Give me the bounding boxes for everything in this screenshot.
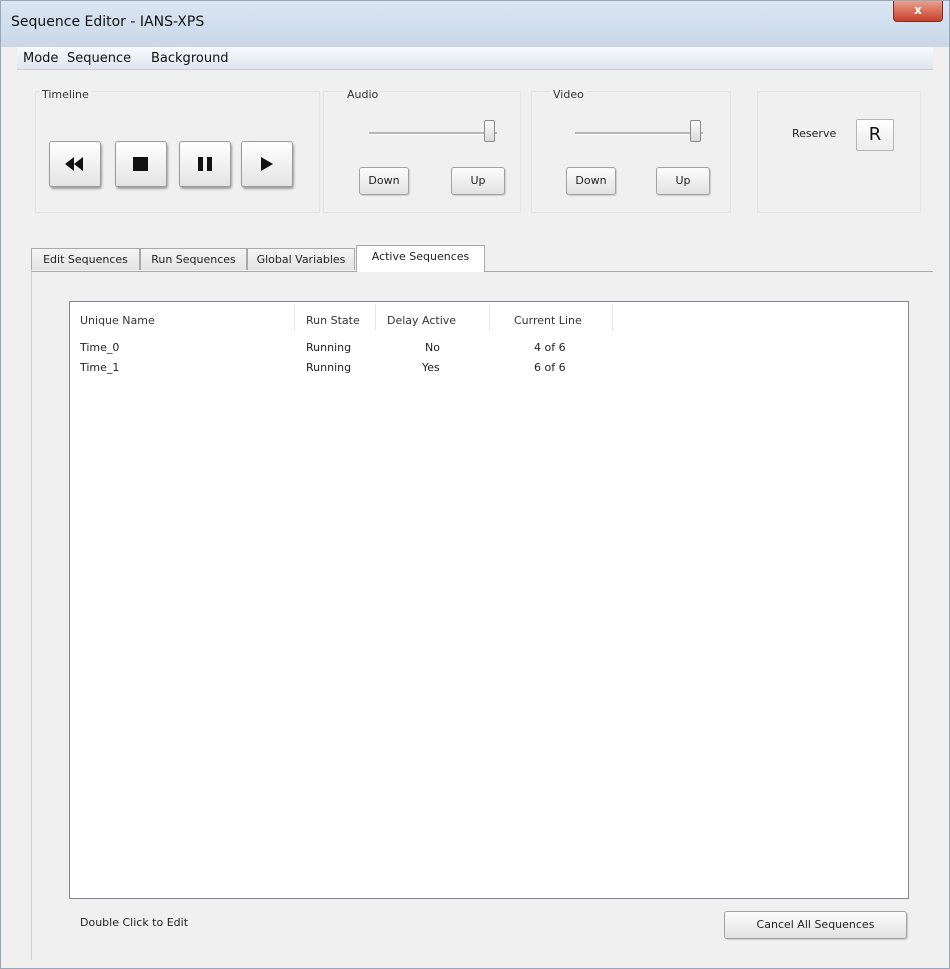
menu-background[interactable]: Background bbox=[151, 51, 229, 66]
video-slider-track[interactable] bbox=[575, 132, 703, 135]
pause-icon bbox=[198, 157, 212, 171]
menu-sequence[interactable]: Sequence bbox=[67, 51, 131, 66]
rewind-button[interactable] bbox=[49, 141, 101, 187]
audio-label: Audio bbox=[344, 88, 382, 101]
cell-unique-name: Time_1 bbox=[80, 361, 120, 374]
audio-slider-track[interactable] bbox=[369, 132, 497, 135]
column-divider[interactable] bbox=[294, 304, 295, 330]
video-down-button[interactable]: Down bbox=[566, 167, 616, 195]
close-button[interactable]: x bbox=[893, 1, 943, 22]
play-icon bbox=[261, 157, 273, 171]
audio-up-button[interactable]: Up bbox=[451, 167, 505, 195]
cell-unique-name: Time_0 bbox=[80, 341, 120, 354]
column-header-run-state[interactable]: Run State bbox=[306, 314, 360, 327]
tab-active-sequences[interactable]: Active Sequences bbox=[356, 245, 485, 272]
cancel-all-sequences-button[interactable]: Cancel All Sequences bbox=[724, 911, 907, 939]
reserve-label: Reserve bbox=[792, 127, 837, 140]
sequence-editor-window: Sequence Editor - IANS-XPS x Mode Sequen… bbox=[0, 0, 950, 969]
cell-run-state: Running bbox=[306, 341, 352, 354]
cell-delay-active: Yes bbox=[422, 361, 440, 374]
video-up-button[interactable]: Up bbox=[656, 167, 710, 195]
stop-icon bbox=[133, 157, 148, 171]
audio-down-button[interactable]: Down bbox=[359, 167, 409, 195]
double-click-hint: Double Click to Edit bbox=[80, 916, 189, 929]
audio-slider-thumb[interactable] bbox=[484, 120, 495, 142]
video-label: Video bbox=[550, 88, 587, 101]
cell-current-line: 6 of 6 bbox=[534, 361, 566, 374]
tab-global-variables[interactable]: Global Variables bbox=[247, 248, 355, 270]
cell-run-state: Running bbox=[306, 361, 352, 374]
video-slider-thumb[interactable] bbox=[690, 120, 701, 142]
menu-bar: Mode Sequence Background bbox=[17, 47, 933, 70]
window-title: Sequence Editor - IANS-XPS bbox=[11, 14, 205, 30]
cell-delay-active: No bbox=[425, 341, 440, 354]
cell-current-line: 4 of 6 bbox=[534, 341, 566, 354]
tab-edit-sequences[interactable]: Edit Sequences bbox=[31, 248, 140, 270]
tab-run-sequences[interactable]: Run Sequences bbox=[140, 248, 247, 270]
column-header-current-line[interactable]: Current Line bbox=[514, 314, 582, 327]
active-sequences-list[interactable]: Unique Name Run State Delay Active Curre… bbox=[69, 301, 909, 899]
title-bar[interactable]: Sequence Editor - IANS-XPS x bbox=[1, 1, 949, 47]
column-header-unique-name[interactable]: Unique Name bbox=[80, 314, 155, 327]
reserve-button[interactable]: R bbox=[856, 119, 894, 151]
pause-button[interactable] bbox=[179, 141, 231, 187]
timeline-label: Timeline bbox=[39, 88, 92, 101]
column-divider[interactable] bbox=[375, 304, 376, 330]
column-header-delay-active[interactable]: Delay Active bbox=[387, 314, 456, 327]
reserve-group bbox=[757, 91, 921, 213]
column-divider[interactable] bbox=[489, 304, 490, 330]
rewind-icon bbox=[65, 157, 83, 171]
list-header: Unique Name Run State Delay Active Curre… bbox=[70, 302, 908, 332]
play-button[interactable] bbox=[241, 141, 293, 187]
menu-mode[interactable]: Mode bbox=[23, 51, 58, 66]
stop-button[interactable] bbox=[115, 141, 167, 187]
column-divider[interactable] bbox=[612, 304, 613, 330]
